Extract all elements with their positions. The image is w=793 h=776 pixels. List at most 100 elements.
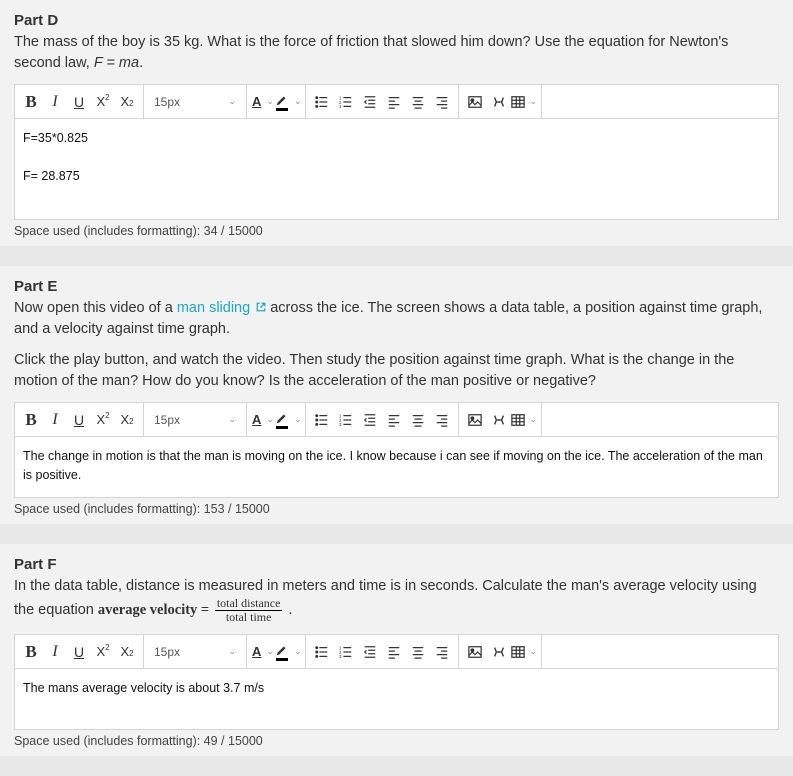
outdent-button[interactable] <box>358 637 382 667</box>
underline-button[interactable]: U <box>67 405 91 435</box>
italic-button[interactable]: I <box>43 87 67 117</box>
align-right-button[interactable] <box>430 405 454 435</box>
part-f-section: Part F In the data table, distance is me… <box>0 544 793 756</box>
align-left-button[interactable] <box>382 405 406 435</box>
unordered-list-button[interactable] <box>310 637 334 667</box>
editor-f-body[interactable]: The mans average velocity is about 3.7 m… <box>15 669 778 729</box>
align-center-icon <box>411 413 425 427</box>
align-right-icon <box>435 413 449 427</box>
formula-button[interactable] <box>487 87 511 117</box>
bold-button[interactable]: B <box>19 637 43 667</box>
part-d-equation: F = ma <box>94 55 139 71</box>
formula-button[interactable] <box>487 637 511 667</box>
editor-d-stat: Space used (includes formatting): 34 / 1… <box>14 220 779 238</box>
italic-button[interactable]: I <box>43 405 67 435</box>
text-color-button[interactable]: A⌄ <box>251 405 274 435</box>
man-sliding-link[interactable]: man sliding <box>177 300 266 316</box>
align-left-button[interactable] <box>382 637 406 667</box>
subscript-button[interactable]: X2 <box>115 87 139 117</box>
editor-d: B I U X2 X2 15px⌄ A⌄ ⌄ 123 <box>14 84 779 220</box>
list-ol-icon: 123 <box>339 645 353 659</box>
align-left-button[interactable] <box>382 87 406 117</box>
chevron-down-icon: ⌄ <box>262 414 274 425</box>
editor-f: B I U X2 X2 15px⌄ A⌄ ⌄ 123 <box>14 634 779 730</box>
align-right-button[interactable] <box>430 87 454 117</box>
underline-button[interactable]: U <box>67 87 91 117</box>
ordered-list-button[interactable]: 123 <box>334 637 358 667</box>
font-size-select[interactable]: 15px ⌄ <box>148 413 242 427</box>
editor-e-stat: Space used (includes formatting): 153 / … <box>14 498 779 516</box>
bold-button[interactable]: B <box>19 87 43 117</box>
image-button[interactable] <box>463 637 487 667</box>
image-icon <box>468 95 482 109</box>
superscript-button[interactable]: X2 <box>91 637 115 667</box>
align-center-icon <box>411 645 425 659</box>
align-left-icon <box>387 95 401 109</box>
subscript-button[interactable]: X2 <box>115 637 139 667</box>
table-button[interactable]: ⌄ <box>511 95 537 109</box>
chevron-down-icon: ⌄ <box>262 646 274 657</box>
formula-icon <box>492 95 506 109</box>
align-center-icon <box>411 95 425 109</box>
editor-d-line2: F= 28.875 <box>23 167 770 186</box>
chevron-down-icon: ⌄ <box>525 96 537 107</box>
table-button[interactable]: ⌄ <box>511 645 537 659</box>
chevron-down-icon: ⌄ <box>262 96 274 107</box>
image-button[interactable] <box>463 87 487 117</box>
part-d-section: Part D The mass of the boy is 35 kg. Wha… <box>0 0 793 246</box>
chevron-down-icon: ⌄ <box>224 96 236 107</box>
part-d-title: Part D <box>14 12 779 29</box>
part-e-desc1a: Now open this video of a <box>14 300 177 316</box>
list-ul-icon <box>315 645 329 659</box>
font-size-value: 15px <box>154 413 180 427</box>
unordered-list-button[interactable] <box>310 87 334 117</box>
list-ol-icon: 123 <box>339 413 353 427</box>
subscript-button[interactable]: X2 <box>115 405 139 435</box>
align-center-button[interactable] <box>406 87 430 117</box>
superscript-button[interactable]: X2 <box>91 87 115 117</box>
ordered-list-button[interactable]: 123 <box>334 405 358 435</box>
editor-e-toolbar: B I U X2 X2 15px ⌄ A⌄ ⌄ 123 <box>15 403 778 437</box>
font-size-select[interactable]: 15px⌄ <box>148 95 242 109</box>
chevron-down-icon: ⌄ <box>290 414 302 425</box>
text-color-button[interactable]: A⌄ <box>251 87 274 117</box>
part-f-desc-b: . <box>284 602 292 618</box>
editor-e-body[interactable]: The change in motion is that the man is … <box>15 437 778 497</box>
outdent-button[interactable] <box>358 405 382 435</box>
align-center-button[interactable] <box>406 637 430 667</box>
outdent-icon <box>363 95 377 109</box>
highlight-button[interactable]: ⌄ <box>274 87 302 117</box>
bold-button[interactable]: B <box>19 405 43 435</box>
outdent-button[interactable] <box>358 87 382 117</box>
underline-button[interactable]: U <box>67 637 91 667</box>
align-center-button[interactable] <box>406 405 430 435</box>
chevron-down-icon: ⌄ <box>224 414 236 425</box>
align-left-icon <box>387 413 401 427</box>
align-left-icon <box>387 645 401 659</box>
align-right-button[interactable] <box>430 637 454 667</box>
text-color-button[interactable]: A⌄ <box>251 637 274 667</box>
font-size-select[interactable]: 15px⌄ <box>148 645 242 659</box>
unordered-list-button[interactable] <box>310 405 334 435</box>
chevron-down-icon: ⌄ <box>224 646 236 657</box>
highlight-icon <box>275 643 289 657</box>
editor-e: B I U X2 X2 15px ⌄ A⌄ ⌄ 123 <box>14 402 779 498</box>
part-e-desc2: Click the play button, and watch the vid… <box>14 350 779 392</box>
table-button[interactable]: ⌄ <box>511 413 537 427</box>
part-e-section: Part E Now open this video of a man slid… <box>0 266 793 524</box>
image-button[interactable] <box>463 405 487 435</box>
italic-button[interactable]: I <box>43 637 67 667</box>
highlight-button[interactable]: ⌄ <box>274 637 302 667</box>
part-f-eq: average velocity = total distancetotal t… <box>98 602 285 618</box>
formula-button[interactable] <box>487 405 511 435</box>
list-ul-icon <box>315 413 329 427</box>
highlight-button[interactable]: ⌄ <box>274 405 302 435</box>
table-icon <box>511 645 525 659</box>
editor-d-body[interactable]: F=35*0.825 F= 28.875 <box>15 119 778 219</box>
superscript-button[interactable]: X2 <box>91 405 115 435</box>
image-icon <box>468 413 482 427</box>
table-icon <box>511 95 525 109</box>
part-f-desc: In the data table, distance is measured … <box>14 576 779 624</box>
outdent-icon <box>363 645 377 659</box>
ordered-list-button[interactable]: 123 <box>334 87 358 117</box>
